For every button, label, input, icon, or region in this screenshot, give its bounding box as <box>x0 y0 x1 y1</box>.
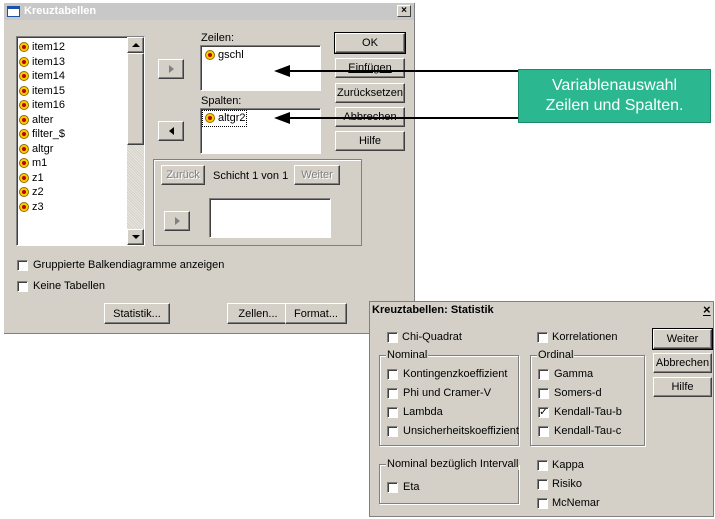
nominal-option-label: Unsicherheitskoeffizient <box>403 425 519 437</box>
nominal-group-label: Nominal <box>386 349 429 361</box>
nominal-group: Nominal Kontingenzkoeffizient Phi und Cra… <box>379 349 519 446</box>
eta-checkbox[interactable] <box>387 482 398 493</box>
callout-box: Variablenauswahl Zeilen und Spalten. <box>518 69 711 123</box>
close-icon[interactable]: × <box>703 302 711 317</box>
kappa-label: Kappa <box>552 459 584 471</box>
statistics-titlebar: Kreuztabellen: Statistik × <box>370 302 713 319</box>
eta-label: Eta <box>403 481 420 493</box>
ordinal-group: Ordinal Gamma Somers-d ✓ Kendall-Tau-b Kenda… <box>530 349 645 446</box>
continue-button[interactable]: Weiter <box>652 328 713 350</box>
nominal-option-checkbox[interactable] <box>387 369 398 380</box>
chi-square-label: Chi-Quadrat <box>402 331 462 343</box>
nominal-option-checkbox[interactable] <box>387 426 398 437</box>
ordinal-group-label: Ordinal <box>537 349 575 361</box>
nominal-option-label: Phi und Cramer-V <box>403 387 492 399</box>
statistics-dialog: Kreuztabellen: Statistik × Chi-Quadrat K… <box>369 301 714 517</box>
ordinal-option-checkbox[interactable] <box>538 426 549 437</box>
ordinal-option-label: Gamma <box>554 368 594 380</box>
risk-checkbox[interactable] <box>537 479 548 490</box>
interval-group: Nominal bezüglich Intervall Eta <box>379 458 520 504</box>
statistics-title: Kreuztabellen: Statistik <box>372 304 494 316</box>
nominal-option-label: Lambda <box>403 406 443 418</box>
nominal-option-checkbox[interactable] <box>387 388 398 399</box>
correlations-checkbox[interactable] <box>537 332 548 343</box>
kappa-checkbox[interactable] <box>537 460 548 471</box>
ordinal-option-label: Kendall-Tau-b <box>554 406 622 418</box>
callout-line-2: Zeilen und Spalten. <box>545 97 684 114</box>
interval-group-label: Nominal bezüglich Intervall <box>386 458 520 470</box>
mcnemar-label: McNemar <box>552 497 600 509</box>
stats-help-button[interactable]: Hilfe <box>653 377 712 397</box>
mcnemar-checkbox[interactable] <box>537 498 548 509</box>
callout-line-1: Variablenauswahl <box>551 77 678 94</box>
risk-label: Risiko <box>552 478 582 490</box>
ordinal-option-label: Kendall-Tau-c <box>554 425 622 437</box>
ordinal-option-checkbox[interactable]: ✓ <box>538 407 549 418</box>
nominal-option-label: Kontingenzkoeffizient <box>403 368 508 380</box>
arrow-to-columns-head <box>274 112 290 124</box>
chi-square-checkbox[interactable] <box>387 332 398 343</box>
ordinal-option-label: Somers-d <box>554 387 602 399</box>
correlations-label: Korrelationen <box>552 331 618 343</box>
stats-cancel-button[interactable]: Abbrechen <box>653 353 712 373</box>
nominal-option-checkbox[interactable] <box>387 407 398 418</box>
ordinal-option-checkbox[interactable] <box>538 388 549 399</box>
ordinal-option-checkbox[interactable] <box>538 369 549 380</box>
arrow-to-rows-head <box>274 65 290 77</box>
